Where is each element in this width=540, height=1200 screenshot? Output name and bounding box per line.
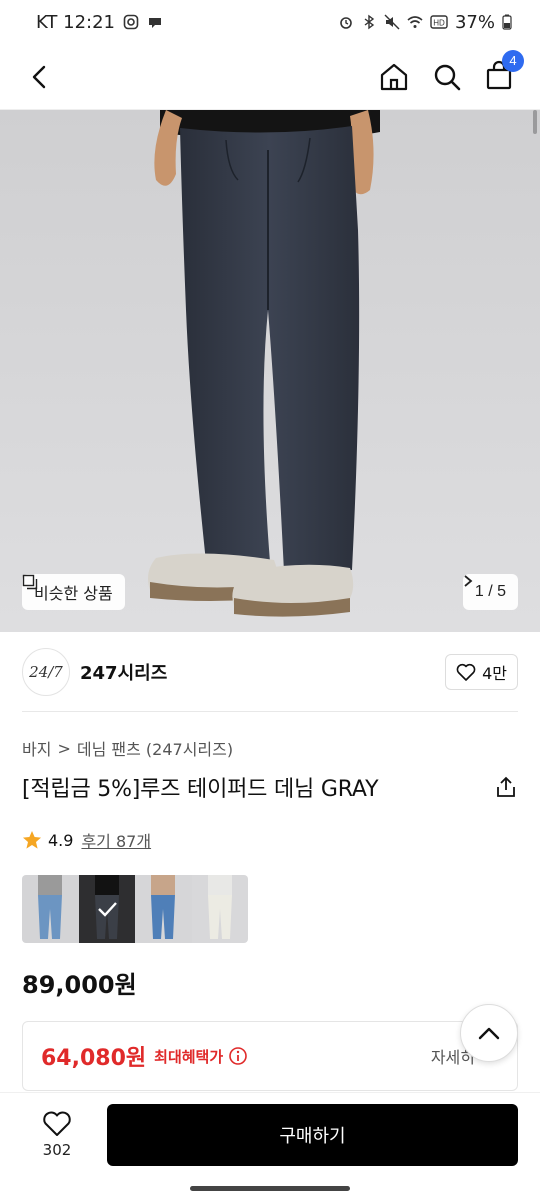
bottom-action-bar: 302 구매하기 — [0, 1092, 540, 1176]
swatch-gray-image — [78, 875, 136, 943]
swatch-light-blue[interactable] — [22, 875, 79, 943]
swatch-mid-blue-image — [135, 875, 192, 943]
brand-like-button[interactable]: 4만 — [445, 654, 518, 690]
product-image[interactable]: 비슷한 상품 1 / 5 — [0, 110, 540, 632]
chevron-right-icon — [464, 575, 473, 587]
home-icon[interactable] — [378, 61, 410, 93]
wishlist-button[interactable]: 302 — [22, 1111, 92, 1159]
similar-products-label: 비슷한 상품 — [34, 584, 113, 603]
similar-products-button[interactable]: 비슷한 상품 — [22, 574, 125, 610]
svg-text:HD: HD — [433, 19, 445, 28]
brand-row: 24/7 247시리즈 4만 — [22, 647, 518, 697]
info-icon[interactable] — [228, 1046, 248, 1066]
status-carrier-time: KT 12:21 — [36, 11, 115, 33]
reviews-link[interactable]: 후기 87개 — [81, 828, 151, 852]
product-price: 89,000원 — [22, 971, 137, 999]
share-icon[interactable] — [494, 775, 518, 799]
top-nav: 4 — [0, 44, 540, 110]
breadcrumb-item-denim[interactable]: 데님 팬츠 (247시리즈) — [77, 736, 233, 760]
cart-count-badge: 4 — [502, 49, 524, 72]
brand-logo[interactable]: 24/7 — [22, 648, 70, 696]
product-title: [적립금 5%]루즈 테이퍼드 데님 GRAY — [22, 777, 379, 802]
mute-icon — [384, 14, 400, 30]
scroll-to-top-button[interactable] — [460, 1004, 518, 1062]
status-bar: KT 12:21 HD 37% — [0, 0, 540, 44]
heart-icon — [456, 663, 476, 681]
chevron-up-icon — [478, 1027, 500, 1040]
bluetooth-icon — [364, 14, 375, 30]
benefit-price: 64,080원 — [41, 1046, 147, 1071]
instagram-icon — [123, 14, 139, 30]
swatch-light-blue-image — [22, 875, 79, 943]
wifi-icon — [407, 16, 423, 28]
rating-row: 4.9 후기 87개 — [22, 828, 151, 852]
back-arrow-icon[interactable] — [26, 63, 54, 91]
alarm-icon — [340, 17, 352, 29]
cart-button[interactable]: 4 — [484, 49, 524, 94]
battery-icon — [502, 14, 512, 30]
max-benefit-box[interactable]: 64,080원 최대혜택가 자세히 — [22, 1021, 518, 1091]
breadcrumb: 바지 > 데님 팬츠 (247시리즈) — [22, 736, 233, 760]
color-swatches — [22, 875, 248, 943]
chat-icon — [149, 18, 161, 28]
scrollbar-thumb[interactable] — [533, 110, 537, 134]
benefit-label: 최대혜택가 — [154, 1047, 224, 1066]
wishlist-count: 302 — [42, 1140, 72, 1159]
brand-like-count: 4만 — [482, 664, 507, 683]
home-indicator[interactable] — [190, 1186, 350, 1191]
hd-icon: HD — [430, 15, 448, 29]
search-icon[interactable] — [432, 62, 462, 92]
denim-pants-photo — [0, 110, 540, 632]
swatch-gray-selected[interactable] — [78, 875, 136, 943]
copy-icon — [22, 574, 38, 590]
image-pager[interactable]: 1 / 5 — [462, 574, 518, 610]
buy-button-label: 구매하기 — [279, 1125, 346, 1147]
star-icon — [23, 831, 41, 849]
product-title-row: [적립금 5%]루즈 테이퍼드 데님 GRAY — [22, 771, 518, 803]
swatch-ecru[interactable] — [191, 875, 248, 943]
rating-score: 4.9 — [48, 830, 74, 850]
swatch-ecru-image — [191, 875, 248, 943]
brand-logo-text: 24/7 — [29, 663, 63, 681]
swatch-mid-blue[interactable] — [135, 875, 192, 943]
divider — [22, 711, 518, 712]
brand-name[interactable]: 247시리즈 — [80, 659, 167, 685]
breadcrumb-separator: > — [57, 738, 71, 758]
breadcrumb-item-pants[interactable]: 바지 — [22, 736, 51, 760]
heart-icon — [43, 1111, 71, 1136]
battery-percent: 37% — [454, 11, 495, 33]
buy-button[interactable]: 구매하기 — [107, 1103, 518, 1166]
image-pager-text: 1 / 5 — [474, 583, 506, 600]
